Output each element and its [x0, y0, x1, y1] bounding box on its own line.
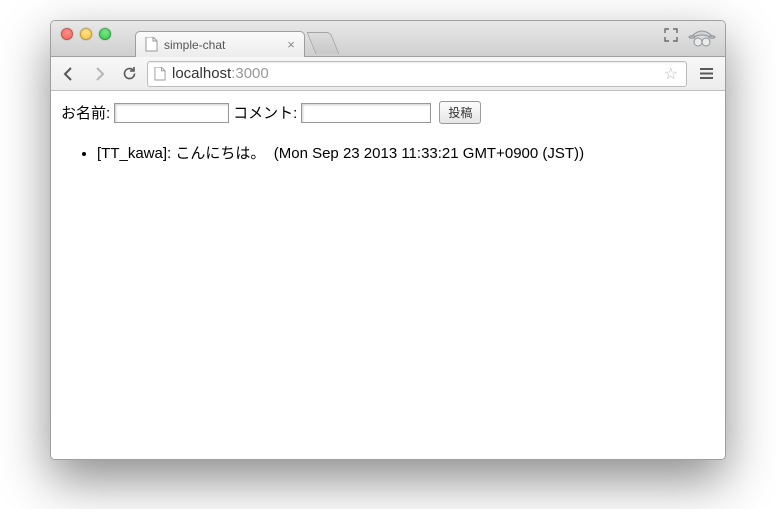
address-bar[interactable]: localhost:3000 ☆ [147, 61, 687, 87]
reload-button[interactable] [117, 62, 141, 86]
tab-title: simple-chat [164, 38, 225, 52]
comment-input[interactable] [301, 103, 431, 123]
url-text: localhost:3000 [172, 65, 660, 82]
window-controls [61, 28, 111, 40]
file-icon [154, 67, 168, 81]
incognito-icon [687, 24, 717, 50]
fullscreen-icon[interactable] [663, 28, 679, 47]
message-text: こんにちは。 [175, 145, 265, 162]
name-input[interactable] [114, 103, 229, 123]
message-list: [TT_kawa]: こんにちは。 (Mon Sep 23 2013 11:33… [61, 142, 715, 163]
browser-toolbar: localhost:3000 ☆ [51, 57, 725, 91]
message-timestamp: Mon Sep 23 2013 11:33:21 GMT+0900 (JST) [279, 145, 579, 162]
browser-tab[interactable]: simple-chat × [135, 31, 305, 57]
window-zoom-button[interactable] [99, 28, 111, 40]
chat-form: お名前: コメント: 投稿 [61, 101, 715, 124]
menu-button[interactable] [693, 62, 719, 86]
window-titlebar: simple-chat × [51, 21, 725, 57]
new-tab-button[interactable] [307, 32, 340, 54]
submit-button[interactable]: 投稿 [439, 101, 481, 124]
bookmark-star-icon[interactable]: ☆ [660, 64, 682, 84]
window-minimize-button[interactable] [80, 28, 92, 40]
message-user: TT_kawa [101, 145, 163, 162]
name-label: お名前: [61, 102, 110, 123]
browser-window: simple-chat × [50, 20, 726, 460]
tab-close-button[interactable]: × [284, 38, 298, 52]
comment-label: コメント: [233, 102, 297, 123]
list-item: [TT_kawa]: こんにちは。 (Mon Sep 23 2013 11:33… [97, 142, 715, 163]
forward-button[interactable] [87, 62, 111, 86]
back-button[interactable] [57, 62, 81, 86]
window-close-button[interactable] [61, 28, 73, 40]
url-port: :3000 [231, 65, 269, 82]
tab-strip: simple-chat × [135, 21, 335, 56]
page-content: お名前: コメント: 投稿 [TT_kawa]: こんにちは。 (Mon Sep… [51, 91, 725, 459]
url-host: localhost [172, 65, 231, 82]
file-icon [144, 38, 158, 52]
